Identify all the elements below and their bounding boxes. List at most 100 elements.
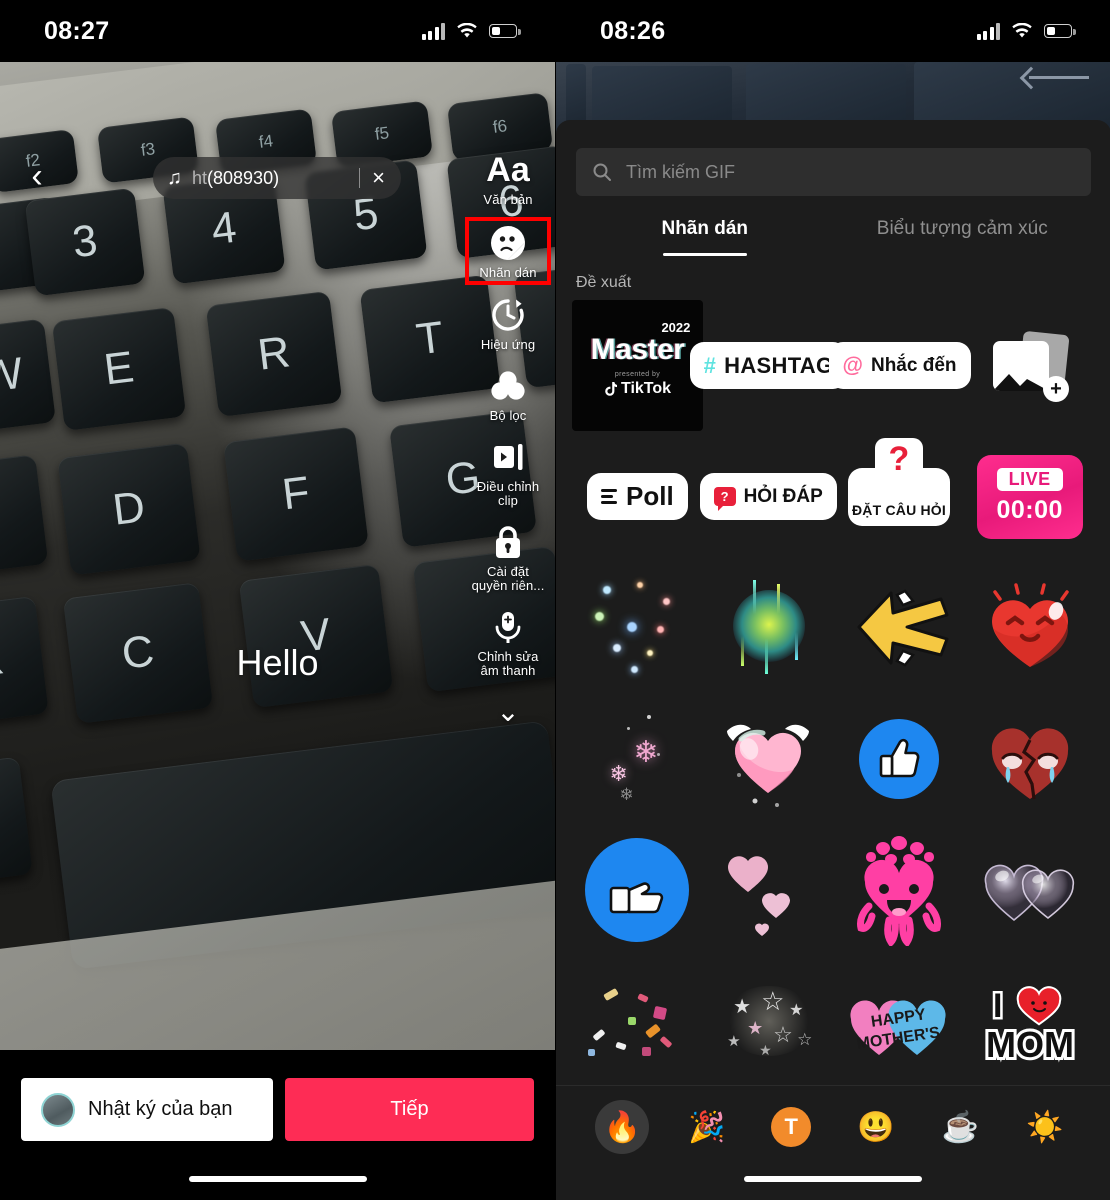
- dual-phone-screenshot: 08:27 f2 f3 f4 f5 f6 3 4 5 6 W E R T D F…: [0, 0, 1110, 1200]
- sticker-row: Master 2022 presented by TikTok # HASHTA…: [572, 300, 1095, 431]
- category-trending[interactable]: 🔥: [580, 1100, 665, 1154]
- category-food-drink[interactable]: ☕: [918, 1100, 1003, 1154]
- right-status-bar: 08:26: [556, 0, 1110, 62]
- happy-heart-icon: [991, 582, 1069, 667]
- coffee-icon: ☕: [941, 1110, 979, 1144]
- mention-chip: @ Nhắc đến: [828, 342, 971, 389]
- category-nature[interactable]: ☀️: [1003, 1100, 1088, 1154]
- sticker-sparkles[interactable]: [572, 562, 703, 693]
- battery-icon: [489, 24, 521, 38]
- tiktok-logo: TikTok: [604, 380, 671, 398]
- tiktok-brand: TikTok: [620, 380, 672, 397]
- filter-icon: [489, 366, 527, 406]
- sticker-pink-hearts[interactable]: [703, 824, 834, 955]
- diary-button[interactable]: Nhật ký của bạn: [21, 1078, 273, 1141]
- close-icon[interactable]: ×: [370, 167, 387, 189]
- svg-text:I: I: [993, 987, 1002, 1025]
- tool-label: Bộ lọc: [489, 408, 527, 423]
- sticker-pink-heart-octopus[interactable]: [834, 824, 965, 955]
- winged-heart-icon: [727, 724, 810, 807]
- aa-text-icon: Aa: [486, 151, 530, 189]
- sticker-confetti[interactable]: [572, 955, 703, 1086]
- sticker-live-countdown[interactable]: LIVE 00:00: [964, 431, 1095, 562]
- poll-label: Poll: [626, 481, 674, 511]
- sticker-facebook-point[interactable]: [572, 824, 703, 955]
- music-track-pill[interactable]: ♫ ht(808930) ×: [153, 157, 401, 199]
- broken-heart-crying-icon: [991, 727, 1068, 799]
- sticker-yellow-arrow[interactable]: [834, 562, 965, 693]
- party-popper-icon: 🎉: [688, 1110, 726, 1144]
- status-time: 08:26: [600, 16, 666, 45]
- tool-label: Cài đặt quyền riên...: [471, 564, 545, 593]
- sticker-add-photo[interactable]: +: [965, 300, 1095, 431]
- sticker-happy-heart[interactable]: [964, 562, 1095, 693]
- category-smileys[interactable]: 😃: [834, 1100, 919, 1154]
- mic-icon: [491, 607, 525, 647]
- search-placeholder: Tìm kiếm GIF: [626, 161, 735, 182]
- hashtag-label: HASHTAG: [724, 352, 834, 378]
- sticker-row: ★ ☆ ★ ★ ☆ ★ ☆ ★ HAPPY MOTHER'S I MOM: [572, 955, 1095, 1086]
- sticker-happy-mothers-day[interactable]: HAPPY MOTHER'S: [834, 955, 965, 1086]
- sticker-ask-question[interactable]: ? ĐẶT CÂU HỎI: [834, 431, 965, 562]
- poll-chip: Poll: [587, 473, 688, 520]
- sticker-broken-heart-crying[interactable]: [964, 693, 1095, 824]
- diary-button-label: Nhật ký của bạn: [88, 1098, 233, 1120]
- hash-symbol: #: [703, 352, 717, 378]
- sticker-category-bar: 🔥 🎉 T 😃 ☕ ☀️: [556, 1085, 1110, 1200]
- tool-label: Văn bản: [483, 192, 533, 207]
- master-card: Master 2022 presented by TikTok: [572, 300, 703, 431]
- category-text[interactable]: T: [749, 1100, 834, 1154]
- sticker-bubble-hearts[interactable]: [964, 824, 1095, 955]
- bubble-hearts-icon: [984, 864, 1074, 921]
- avatar: [41, 1092, 75, 1127]
- tool-item-audio-edit[interactable]: Chỉnh sửa âm thanh: [469, 607, 547, 678]
- stars-icon: ★ ☆ ★ ★ ☆ ★ ☆ ★: [713, 978, 823, 1064]
- music-note-icon: ♫: [167, 167, 182, 189]
- music-track-title: ht(808930): [192, 168, 349, 189]
- sticker-poll[interactable]: Poll: [572, 431, 703, 562]
- tool-label: Nhãn dán: [479, 265, 537, 280]
- tool-item-effects[interactable]: Hiệu ứng: [469, 295, 547, 352]
- tool-item-privacy[interactable]: Cài đặt quyền riên...: [469, 522, 547, 593]
- tool-item-filter[interactable]: Bộ lọc: [469, 366, 547, 423]
- home-indicator: [188, 1176, 367, 1182]
- question-mark-icon: ?: [875, 437, 923, 480]
- tool-item-sticker[interactable]: Nhãn dán: [465, 217, 551, 285]
- sticker-i-love-mom[interactable]: I MOM: [964, 955, 1095, 1086]
- sticker-row: [572, 562, 1095, 693]
- editing-tool-rail: Aa Văn bản Nhãn dán Hiệu ứng Bộ lọc Điều…: [465, 150, 551, 726]
- sticker-master-2022[interactable]: Master 2022 presented by TikTok: [572, 300, 703, 431]
- qa-chip: ? HỎI ĐÁP: [699, 473, 837, 520]
- tab-emoji[interactable]: Biểu tượng cảm xúc: [834, 218, 1092, 256]
- sticker-facebook-like[interactable]: [834, 693, 965, 824]
- ask-question-card: ? ĐẶT CÂU HỎI: [848, 437, 950, 526]
- search-input[interactable]: Tìm kiếm GIF: [576, 148, 1091, 196]
- status-icons: [976, 22, 1079, 40]
- ask-label: ĐẶT CÂU HỎI: [852, 501, 946, 518]
- back-button[interactable]: ‹: [20, 159, 54, 193]
- pink-hearts-icon: [728, 855, 791, 936]
- sticker-qa[interactable]: ? HỎI ĐÁP: [699, 431, 837, 562]
- sticker-winged-heart[interactable]: [703, 693, 834, 824]
- live-timer: 00:00: [996, 496, 1063, 524]
- tool-item-adjust-clip[interactable]: Điều chỉnh clip: [469, 437, 547, 508]
- sun-icon: ☀️: [1026, 1110, 1064, 1144]
- video-preview-canvas[interactable]: f2 f3 f4 f5 f6 3 4 5 6 W E R T D F G X C…: [0, 62, 555, 1050]
- cellular-signal-icon: [421, 22, 445, 40]
- home-indicator: [744, 1176, 922, 1182]
- tool-item-text[interactable]: Aa Văn bản: [469, 150, 547, 207]
- tab-stickers[interactable]: Nhãn dán: [576, 218, 834, 256]
- sticker-hashtag[interactable]: # HASHTAG: [689, 300, 848, 431]
- chevron-down-icon[interactable]: ⌄: [496, 698, 519, 726]
- sticker-fireworks[interactable]: [703, 562, 834, 693]
- sticker-tabs: Nhãn dán Biểu tượng cảm xúc: [556, 218, 1110, 256]
- pill-divider: [359, 168, 361, 188]
- sticker-mention[interactable]: @ Nhắc đến: [828, 300, 971, 431]
- sticker-stars[interactable]: ★ ☆ ★ ★ ☆ ★ ☆ ★: [703, 955, 834, 1086]
- next-button[interactable]: Tiếp: [285, 1078, 534, 1141]
- right-phone-panel: 08:26 Tìm kiếm GIF Nhãn dán Biểu tượng c…: [555, 0, 1110, 1200]
- at-symbol: @: [842, 353, 863, 377]
- sticker-cherry-blossom[interactable]: ❄ ❄ ❄: [572, 693, 703, 824]
- music-title-suffix: (808930): [207, 167, 280, 188]
- category-party[interactable]: 🎉: [665, 1100, 750, 1154]
